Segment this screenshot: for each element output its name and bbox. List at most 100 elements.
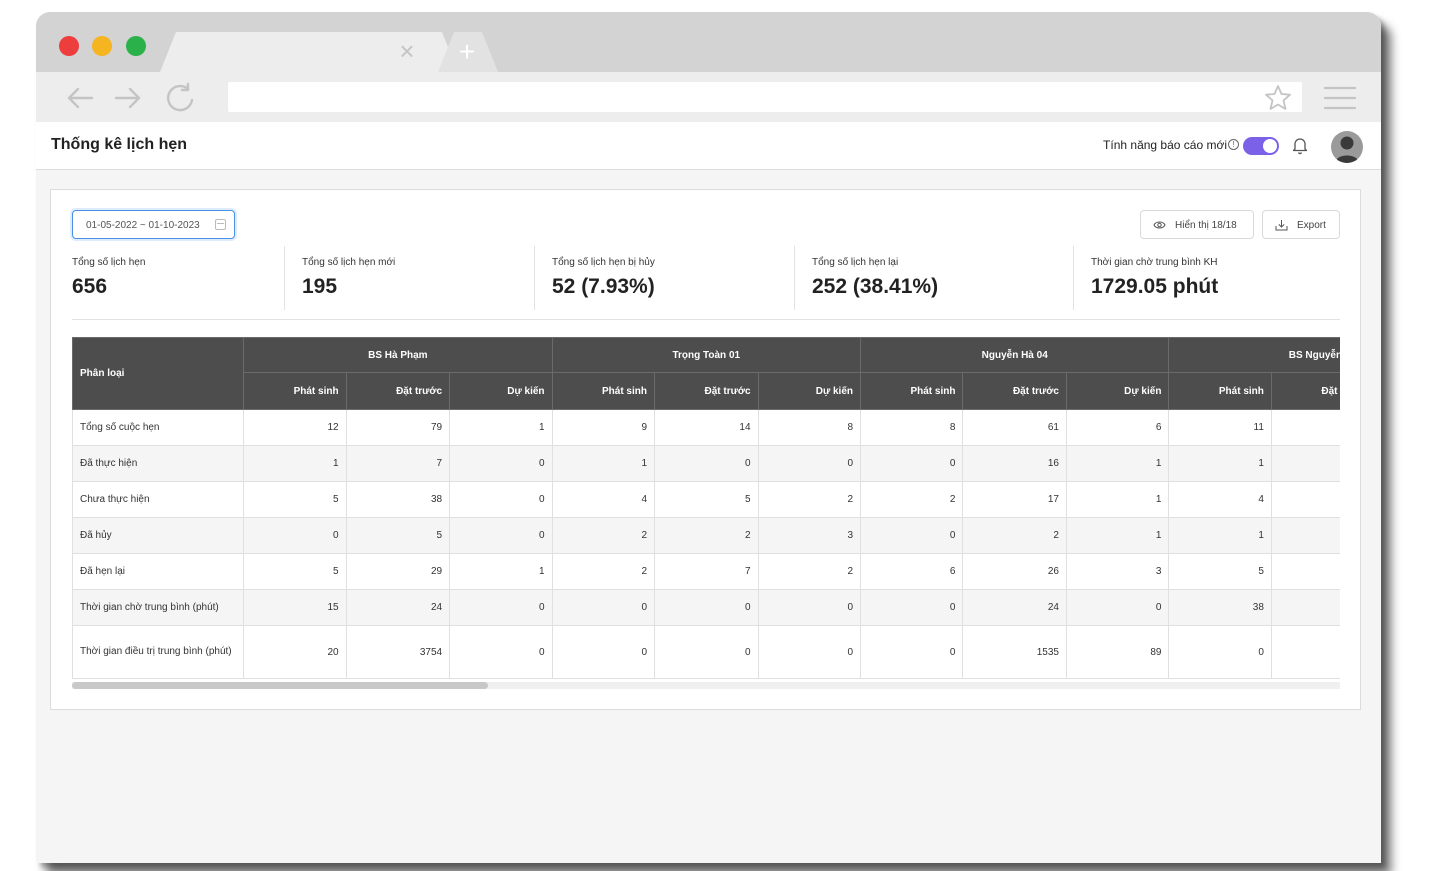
- table-cell: 1535: [962, 625, 1067, 679]
- table-cell: 0: [1270, 625, 1340, 679]
- table-cell: 0: [449, 589, 553, 626]
- stat-divider: [794, 246, 795, 310]
- group-header: BS Nguyễn Hà: [1168, 337, 1340, 373]
- stat-value: 252 (38.41%): [812, 275, 939, 298]
- table-row: Chưa thực hiện 5 38 0 4 5 2 2 17 1 4 15: [72, 481, 1340, 518]
- table-cell: 14: [654, 409, 759, 446]
- table-cell: 89: [1065, 625, 1170, 679]
- table-cell: 0: [654, 589, 759, 626]
- table-cell: 5: [345, 517, 451, 554]
- table-cell: 1: [449, 553, 553, 590]
- minimize-window-button[interactable]: [92, 36, 112, 56]
- show-columns-button[interactable]: Hiển thị 18/18: [1140, 210, 1254, 239]
- table-cell: 7: [654, 553, 759, 590]
- table-cell: 8: [859, 409, 964, 446]
- subheader-arising: Phát sinh: [551, 372, 656, 410]
- close-window-button[interactable]: [59, 36, 79, 56]
- table-cell: 14: [1270, 553, 1340, 590]
- table-cell: 2: [551, 553, 656, 590]
- close-tab-icon[interactable]: ×: [396, 38, 418, 64]
- table-cell: 5: [1270, 517, 1340, 554]
- row-label: Đã hẹn lại: [72, 553, 245, 590]
- table-cell: 0: [1168, 625, 1272, 679]
- table-cell: 1: [1065, 481, 1170, 518]
- info-icon[interactable]: !: [1228, 139, 1239, 150]
- table-cell: 3: [1065, 553, 1170, 590]
- table-cell: 2: [757, 553, 862, 590]
- table-cell: 3754: [345, 625, 451, 679]
- date-range-value: 01-05-2022 ~ 01-10-2023: [86, 220, 200, 231]
- table-cell: 26: [962, 553, 1067, 590]
- reload-icon[interactable]: [164, 82, 196, 114]
- stat-value: 52 (7.93%): [552, 275, 655, 298]
- row-label: Đã hủy: [72, 517, 245, 554]
- star-icon[interactable]: [1264, 84, 1292, 112]
- table-cell: 3: [1270, 445, 1340, 482]
- app-header: Thống kê lịch hẹn Tính năng báo cáo mới …: [36, 122, 1381, 170]
- date-range-picker[interactable]: 01-05-2022 ~ 01-10-2023: [72, 210, 235, 239]
- group-header: BS Hà Phạm: [243, 337, 553, 373]
- row-label: Chưa thực hiện: [72, 481, 245, 518]
- table-cell: 17: [962, 481, 1067, 518]
- toggle-knob: [1263, 139, 1277, 153]
- export-button[interactable]: Export: [1262, 210, 1340, 239]
- bell-icon[interactable]: [1291, 135, 1309, 155]
- table-cell: 0: [859, 445, 964, 482]
- scrollbar-thumb[interactable]: [72, 682, 488, 689]
- horizontal-scrollbar[interactable]: [72, 682, 1340, 689]
- table-cell: 0: [859, 517, 964, 554]
- avatar[interactable]: [1331, 131, 1363, 163]
- table-cell: 2: [962, 517, 1067, 554]
- category-header: Phân loại: [72, 337, 245, 410]
- plus-icon[interactable]: +: [454, 38, 480, 66]
- maximize-window-button[interactable]: [126, 36, 146, 56]
- row-label: Thời gian chờ trung bình (phút): [72, 589, 245, 626]
- page-title: Thống kê lịch hẹn: [51, 136, 188, 153]
- feature-toggle[interactable]: [1243, 137, 1279, 155]
- table-cell: 6: [1065, 409, 1170, 446]
- calendar-icon: [215, 219, 226, 230]
- table-cell: 0: [551, 625, 656, 679]
- table-row: Thời gian điều trị trung bình (phút) 20 …: [72, 625, 1340, 679]
- stat-label: Tổng số lịch hẹn mới: [302, 257, 396, 268]
- table-cell: 24: [962, 589, 1067, 626]
- arrow-right-icon[interactable]: [112, 82, 144, 114]
- browser-toolbar: [36, 72, 1381, 122]
- table-cell: 1: [1065, 445, 1170, 482]
- table-cell: 5: [1168, 553, 1272, 590]
- subheader-expected: Dự kiến: [757, 372, 862, 410]
- table-row: Đã thực hiện 1 7 0 1 0 0 0 16 1 1 3: [72, 445, 1340, 482]
- report-card: 01-05-2022 ~ 01-10-2023 Hiển thị 18/18 E…: [50, 189, 1361, 710]
- table-cell: 16: [1270, 589, 1340, 626]
- table-row: Thời gian chờ trung bình (phút) 15 24 0 …: [72, 589, 1340, 626]
- table-cell: 0: [449, 445, 553, 482]
- subheader-booked: Đặt trước: [654, 372, 759, 410]
- arrow-left-icon[interactable]: [64, 82, 96, 114]
- subheader-booked: Đặt trước: [1270, 372, 1340, 410]
- group-header: Trọng Toàn 01: [551, 337, 862, 373]
- table-cell: 16: [962, 445, 1067, 482]
- address-bar[interactable]: [228, 82, 1302, 112]
- table-cell: 2: [757, 481, 862, 518]
- stat-divider: [284, 246, 285, 310]
- table-cell: 38: [345, 481, 451, 518]
- subheader-arising: Phát sinh: [243, 372, 347, 410]
- tab-bar: × +: [36, 12, 1381, 72]
- subheader-arising: Phát sinh: [859, 372, 964, 410]
- table-cell: 8: [757, 409, 862, 446]
- table-row: Đã hẹn lại 5 29 1 2 7 2 6 26 3 5 14: [72, 553, 1340, 590]
- table-cell: 79: [345, 409, 451, 446]
- subheader-booked: Đặt trước: [345, 372, 451, 410]
- table-cell: 0: [449, 481, 553, 518]
- row-label: Thời gian điều trị trung bình (phút): [72, 625, 245, 679]
- table-cell: 0: [757, 445, 862, 482]
- hamburger-icon[interactable]: [1324, 86, 1356, 110]
- report-table-container[interactable]: Phân loại BS Hà Phạm Trọng Toàn 01 Nguyễ…: [72, 337, 1340, 682]
- table-cell: 6: [859, 553, 964, 590]
- stat-label: Tổng số lịch hẹn bị hủy: [552, 257, 655, 268]
- stat-divider: [534, 246, 535, 310]
- eye-icon: [1153, 221, 1166, 229]
- table-cell: 15: [243, 589, 347, 626]
- table-cell: 0: [859, 625, 964, 679]
- table-cell: 7: [345, 445, 451, 482]
